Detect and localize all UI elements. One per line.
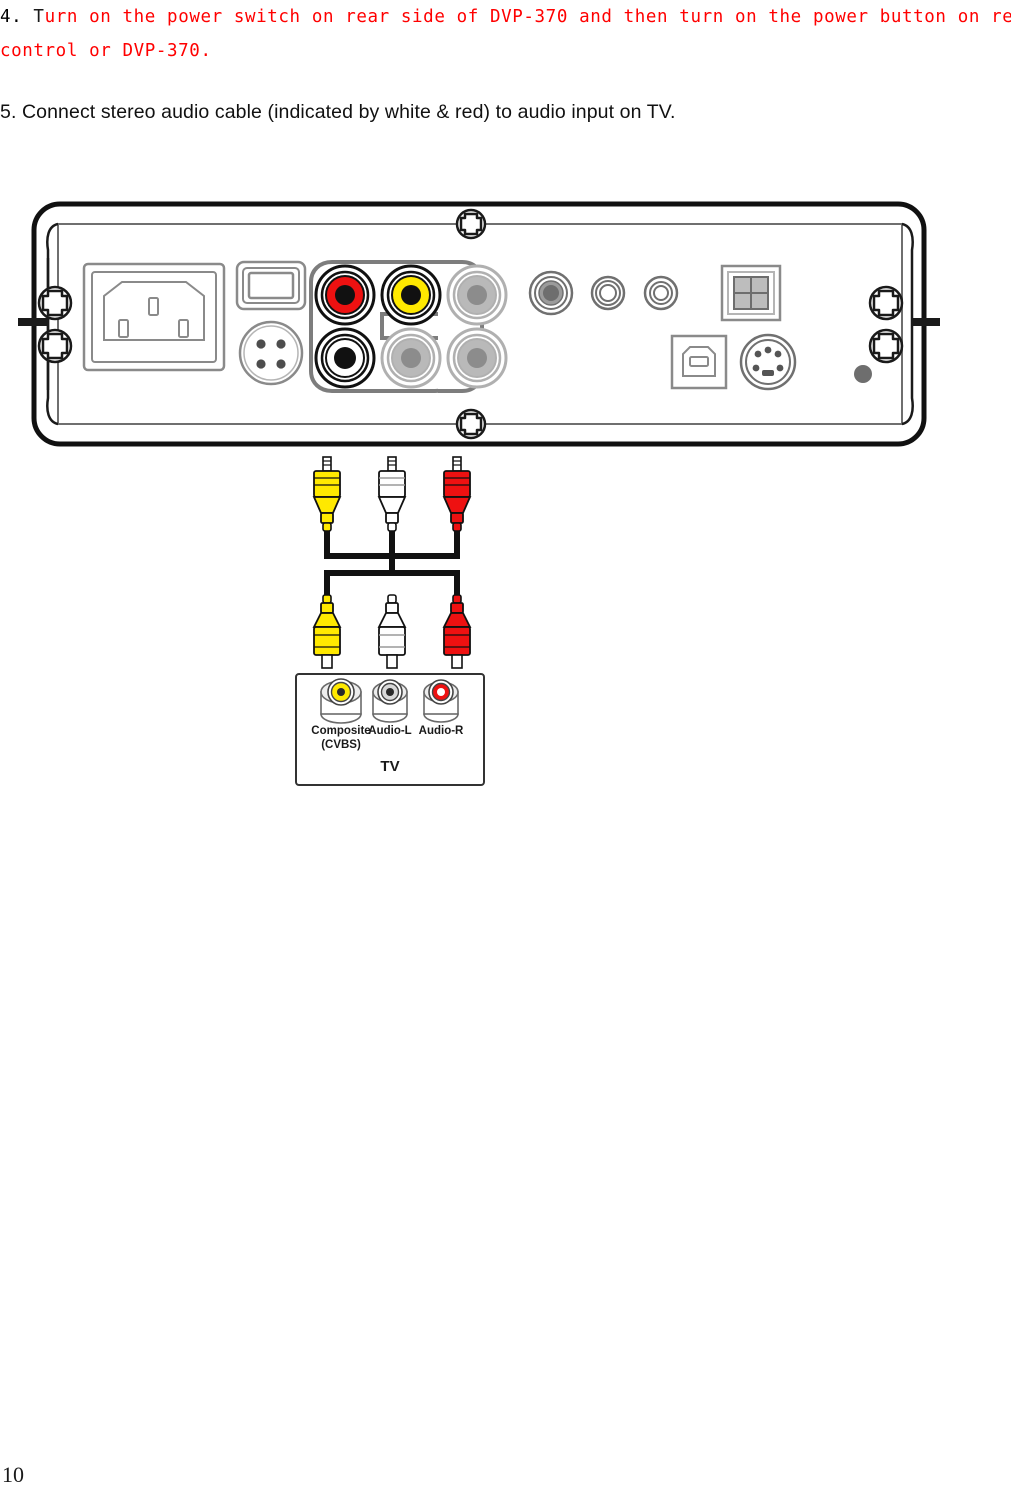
plug-top-red	[442, 456, 472, 532]
tv-composite-jack	[320, 678, 362, 724]
instruction-step-4-line-2: control or DVP-370.	[0, 41, 212, 61]
screw-bottom-center	[455, 408, 487, 440]
plug-bottom-red	[442, 594, 472, 669]
tv-input-panel-diagram: Composite (CVBS) Audio-L Audio-R TV	[294, 672, 486, 787]
tv-audio-r-label: Audio-R	[419, 725, 464, 737]
round-jack-small	[643, 275, 679, 311]
av-cable-assembly-diagram	[292, 455, 492, 670]
grid-port	[720, 264, 782, 322]
step-4-lead-letter: T	[33, 7, 45, 27]
4-pin-din-jack	[238, 320, 304, 386]
iec-power-inlet	[82, 262, 226, 372]
step-4-number: 4.	[0, 7, 23, 27]
plug-top-yellow	[312, 456, 342, 532]
plug-top-white	[377, 456, 407, 532]
screw-right-lower	[868, 328, 904, 364]
status-led-dot	[854, 365, 872, 383]
tv-audio-r-jack	[423, 679, 459, 723]
rear-panel-diagram	[18, 198, 940, 450]
audio-right-rca-red	[314, 264, 376, 326]
usb-type-b-port	[670, 334, 728, 390]
tv-composite-label-line1: Composite	[311, 725, 370, 737]
coaxial-digital-jack	[528, 270, 574, 316]
screw-left-lower	[37, 328, 73, 364]
round-jack-medium	[590, 275, 626, 311]
step-4-red-text: urn on the power switch on rear side of …	[44, 7, 1011, 27]
tv-audio-l-label: Audio-L	[368, 725, 411, 737]
screw-left-upper	[37, 285, 73, 321]
instruction-step-5: 5. Connect stereo audio cable (indicated…	[0, 101, 676, 123]
audio-left-rca-white	[314, 327, 376, 389]
plug-bottom-white	[377, 594, 407, 669]
rca-gray-3	[446, 327, 508, 389]
page-number: 10	[2, 1462, 24, 1487]
tv-panel-title: TV	[380, 758, 399, 775]
rca-gray-2	[380, 327, 442, 389]
s-video-mini-din-port	[739, 333, 797, 391]
instruction-step-4-line-1: 4. Turn on the power switch on rear side…	[0, 0, 1011, 34]
tv-audio-l-jack	[372, 679, 408, 723]
screw-top-center	[455, 208, 487, 240]
tv-composite-label-line2: (CVBS)	[321, 739, 361, 751]
screw-right-upper	[868, 285, 904, 321]
composite-video-rca-yellow	[380, 264, 442, 326]
plug-bottom-yellow	[312, 594, 342, 669]
rocker-power-switch	[235, 260, 307, 311]
cable-wires	[324, 527, 460, 598]
rca-gray-1	[446, 264, 508, 326]
